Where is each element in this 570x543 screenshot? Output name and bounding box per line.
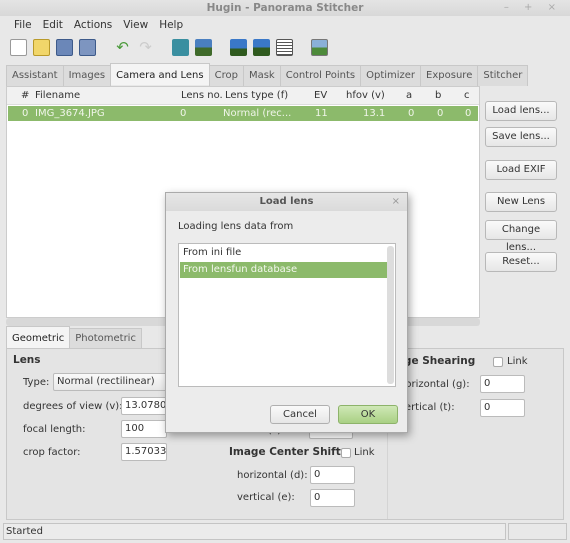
table-row[interactable]: 0 IMG_3674.JPG 0 Normal (rec... 11 13.1 … <box>8 106 478 121</box>
menu-file[interactable]: File <box>14 16 32 34</box>
cell-filename: IMG_3674.JPG <box>35 108 105 119</box>
menu-bar: File Edit Actions View Help <box>0 16 570 34</box>
tab-camera-and-lens[interactable]: Camera and Lens <box>110 63 210 85</box>
center-shift-link-checkbox[interactable] <box>341 448 351 458</box>
center-h-input[interactable]: 0 <box>310 466 355 484</box>
save-icon[interactable] <box>56 38 73 56</box>
gl-preview-icon[interactable] <box>230 38 247 56</box>
new-icon[interactable] <box>10 38 27 56</box>
shearing-link-checkbox[interactable] <box>493 357 503 367</box>
tab-crop[interactable]: Crop <box>208 65 244 86</box>
col-lens-type[interactable]: Lens type (f) <box>225 87 288 105</box>
col-lens-no[interactable]: Lens no. <box>181 87 223 105</box>
stitch-icon[interactable] <box>311 38 328 56</box>
shear-h-input[interactable]: 0 <box>480 375 525 393</box>
cancel-button[interactable]: Cancel <box>270 405 330 424</box>
center-v-label: vertical (e): <box>237 492 295 503</box>
ok-button[interactable]: OK <box>338 405 398 424</box>
lens-heading: Lens <box>13 354 41 366</box>
status-bar: Started <box>3 523 506 540</box>
main-tabs: Assistant Images Camera and Lens Crop Ma… <box>6 63 529 86</box>
tab-assistant[interactable]: Assistant <box>6 65 64 86</box>
tab-optimizer[interactable]: Optimizer <box>360 65 422 86</box>
source-list: From ini file From lensfun database <box>178 243 396 387</box>
vertical-scrollbar[interactable] <box>387 246 394 384</box>
menu-edit[interactable]: Edit <box>43 16 63 34</box>
toolbar: ↶ ↷ <box>10 37 328 57</box>
load-lens-button[interactable]: Load lens... <box>485 101 557 121</box>
fast-preview-icon[interactable] <box>253 38 270 56</box>
dialog-title: Load lens <box>166 193 407 211</box>
save-lens-button[interactable]: Save lens... <box>485 127 557 147</box>
cell-lens-no: 0 <box>180 108 187 119</box>
add-time-series-icon[interactable] <box>195 38 212 56</box>
col-c[interactable]: c <box>464 87 470 105</box>
type-label: Type: <box>23 377 50 388</box>
crop-factor-input[interactable]: 1.57033 <box>121 443 167 461</box>
menu-help[interactable]: Help <box>159 16 183 34</box>
window-controls[interactable]: – + × <box>504 0 562 16</box>
new-lens-button[interactable]: New Lens <box>485 192 557 212</box>
shear-h-label: horizontal (g): <box>399 379 470 390</box>
load-lens-dialog: Load lens × Loading lens data from From … <box>165 192 408 433</box>
redo-icon[interactable]: ↷ <box>137 38 154 56</box>
option-lensfun-database[interactable]: From lensfun database <box>180 262 387 278</box>
cell-a: 0 <box>408 108 415 119</box>
cell-number: 0 <box>22 108 29 119</box>
menu-actions[interactable]: Actions <box>74 16 112 34</box>
dov-label: degrees of view (v): <box>23 401 123 412</box>
sub-tabs: Geometric Photometric <box>6 326 142 349</box>
cell-b: 0 <box>437 108 444 119</box>
col-hfov[interactable]: hfov (v) <box>346 87 385 105</box>
tab-stitcher[interactable]: Stitcher <box>477 65 529 86</box>
center-shift-link-label: Link <box>354 447 375 458</box>
add-images-icon[interactable] <box>172 38 189 56</box>
reset-button[interactable]: Reset... <box>485 252 557 272</box>
cell-c: 0 <box>465 108 472 119</box>
tab-images[interactable]: Images <box>62 65 112 86</box>
col-filename[interactable]: Filename <box>35 87 80 105</box>
table-header: # Filename Lens no. Lens type (f) EV hfo… <box>7 87 479 105</box>
cell-hfov: 13.1 <box>363 108 386 119</box>
shearing-link-label: Link <box>507 356 528 367</box>
col-a[interactable]: a <box>406 87 412 105</box>
tab-geometric[interactable]: Geometric <box>6 326 71 348</box>
tab-mask[interactable]: Mask <box>242 65 281 86</box>
shear-v-input[interactable]: 0 <box>480 399 525 417</box>
cell-lens-type: Normal (rec... <box>223 108 292 119</box>
menu-view[interactable]: View <box>123 16 148 34</box>
focal-length-input[interactable]: 100 <box>121 420 167 438</box>
status-bar-secondary <box>508 523 567 540</box>
open-icon[interactable] <box>33 38 50 56</box>
center-v-input[interactable]: 0 <box>310 489 355 507</box>
dialog-prompt: Loading lens data from <box>178 221 294 232</box>
title-bar: Hugin - Panorama Stitcher <box>0 0 570 16</box>
close-icon[interactable]: × <box>392 193 400 211</box>
col-number[interactable]: # <box>21 87 29 105</box>
option-ini-file[interactable]: From ini file <box>180 245 387 261</box>
load-exif-button[interactable]: Load EXIF <box>485 160 557 180</box>
tab-photometric[interactable]: Photometric <box>69 328 142 349</box>
window-title: Hugin - Panorama Stitcher <box>206 2 364 14</box>
undo-icon[interactable]: ↶ <box>114 38 131 56</box>
preview-list-icon[interactable] <box>276 38 293 56</box>
col-ev[interactable]: EV <box>314 87 327 105</box>
focal-length-label: focal length: <box>23 424 86 435</box>
crop-factor-label: crop factor: <box>23 447 81 458</box>
change-lens-button[interactable]: Change lens... <box>485 220 557 253</box>
cell-ev: 11 <box>315 108 328 119</box>
col-b[interactable]: b <box>435 87 441 105</box>
center-h-label: horizontal (d): <box>237 470 308 481</box>
save-as-icon[interactable] <box>79 38 96 56</box>
tab-control-points[interactable]: Control Points <box>279 65 362 86</box>
center-shift-heading: Image Center Shift <box>229 446 341 458</box>
tab-exposure[interactable]: Exposure <box>420 65 479 86</box>
